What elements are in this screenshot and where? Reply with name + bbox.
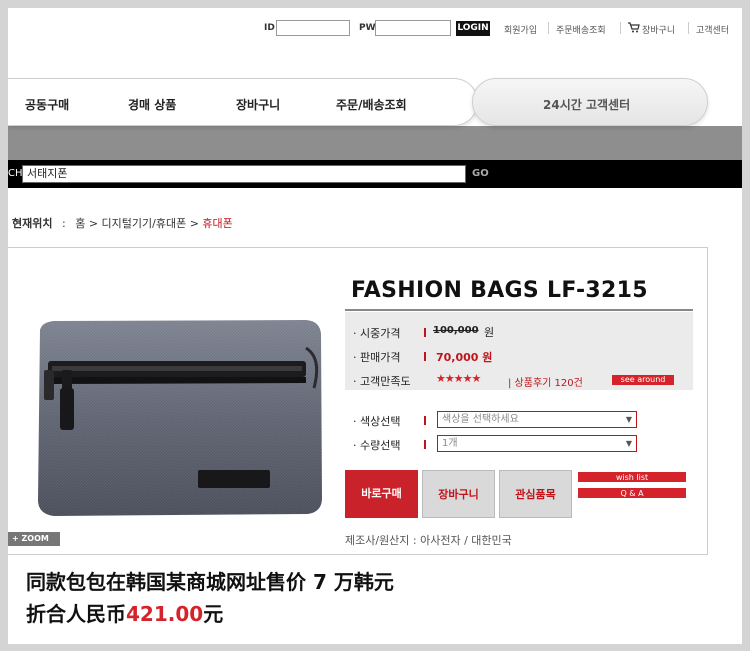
qa-button[interactable]: Q & A	[578, 488, 686, 500]
customer-center-label: 24시간 고객센터	[543, 98, 631, 112]
nav-pill: 공동구매 경매 상품 장바구니 주문/배송조회	[8, 78, 478, 126]
title-rule	[345, 309, 693, 311]
id-input[interactable]	[276, 20, 350, 36]
manufacturer-origin: 제조사/원산지 : 아사전자 / 대한민국	[345, 534, 512, 547]
nav-cart[interactable]: 장바구니	[236, 96, 280, 113]
nav-order-tracking[interactable]: 주문/배송조회	[336, 96, 407, 113]
chevron-down-icon: ▼	[625, 415, 632, 424]
cart-icon	[628, 22, 640, 33]
order-tracking-link[interactable]: 주문배송조회	[556, 23, 606, 36]
row-marker	[424, 328, 426, 337]
qty-select-value: 1개	[442, 438, 458, 449]
row-marker	[424, 352, 426, 361]
login-bar: ID PW LOGIN 회원가입 주문배송조회 장바구니 고객센터	[8, 8, 742, 44]
cart-link[interactable]: 장바구니	[642, 23, 675, 36]
separator	[548, 22, 549, 34]
signup-link[interactable]: 회원가입	[504, 23, 537, 36]
chevron-down-icon: ▼	[625, 439, 632, 448]
price-note-line1: 同款包包在韩国某商城网址售价 7 万韩元	[26, 570, 394, 594]
search-prefix: CH	[8, 168, 23, 179]
separator	[620, 22, 621, 34]
breadcrumb-current: 휴대폰	[202, 217, 233, 230]
color-select[interactable]: 색상을 선택하세요 ▼	[437, 411, 637, 428]
search-bar: CH 서태지폰 GO	[8, 160, 742, 188]
page-frame: ID PW LOGIN 회원가입 주문배송조회 장바구니 고객센터 공동구매 경…	[8, 8, 742, 644]
buy-now-button[interactable]: 바로구매	[345, 470, 418, 518]
breadcrumb-path[interactable]: 홈 > 디지털기기/휴대폰 >	[75, 217, 199, 230]
search-input[interactable]: 서태지폰	[22, 165, 466, 183]
product-title: FASHION BAGS LF-3215	[351, 278, 648, 303]
list-price: 100,000	[433, 325, 479, 336]
sale-price-label: · 판매가격	[353, 351, 401, 364]
price-note-line2: 折合人民币421.00元	[26, 598, 223, 627]
bag-illustration	[38, 320, 322, 516]
sale-price: 70,000 원	[436, 351, 493, 364]
see-around-button[interactable]: see around	[612, 375, 674, 385]
search-go-button[interactable]: GO	[472, 168, 489, 179]
price-note-amount: 421.00	[126, 602, 204, 626]
main-nav: 공동구매 경매 상품 장바구니 주문/배송조회 24시간 고객센터	[8, 78, 742, 134]
breadcrumb-colon: :	[61, 217, 66, 230]
product-image[interactable]: + ZOOM	[8, 248, 338, 554]
zoom-button[interactable]: + ZOOM	[8, 532, 60, 546]
color-label: · 색상선택	[353, 415, 401, 428]
breadcrumb-head: 현재위치	[12, 217, 53, 230]
qty-label: · 수량선택	[353, 439, 401, 452]
wishlist-button[interactable]: 관심품목	[499, 470, 572, 518]
add-to-cart-button[interactable]: 장바구니	[422, 470, 495, 518]
row-marker	[424, 416, 426, 425]
pw-input[interactable]	[375, 20, 451, 36]
id-label: ID	[264, 23, 275, 33]
customer-center-link[interactable]: 고객센터	[696, 23, 729, 36]
row-marker	[424, 440, 426, 449]
qty-select[interactable]: 1개 ▼	[437, 435, 637, 452]
price-note-suffix: 元	[203, 602, 224, 626]
rating-stars: ★★★★★	[436, 372, 481, 385]
rating-label: · 고객만족도	[353, 375, 411, 388]
list-price-unit: 원	[484, 326, 495, 339]
pw-label: PW	[359, 23, 376, 33]
price-note-prefix: 折合人民币	[26, 602, 126, 626]
color-select-value: 색상을 선택하세요	[442, 414, 519, 425]
list-price-label: · 시중가격	[353, 327, 401, 340]
breadcrumb: 현재위치 : 홈 > 디지털기기/휴대폰 > 휴대폰	[12, 215, 233, 231]
nav-group-buy[interactable]: 공동구매	[25, 96, 69, 113]
separator	[688, 22, 689, 34]
review-count-link[interactable]: | 상품후기 120건	[508, 374, 583, 389]
nav-customer-center[interactable]: 24시간 고객센터	[472, 78, 708, 126]
login-button[interactable]: LOGIN	[456, 21, 490, 36]
wish-list-button[interactable]: wish list	[578, 472, 686, 484]
product-panel: + ZOOM FASHION BAGS LF-3215 · 시중가격 100,0…	[8, 247, 708, 555]
nav-auction[interactable]: 경매 상품	[128, 96, 176, 113]
